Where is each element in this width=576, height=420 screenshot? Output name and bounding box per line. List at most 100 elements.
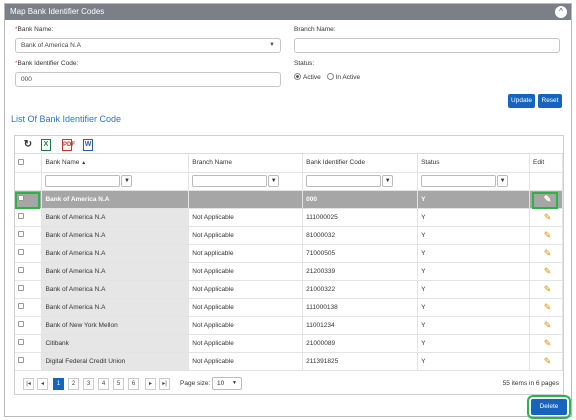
status-active-radio[interactable] xyxy=(294,73,301,80)
list-title: List Of Bank Identifier Code xyxy=(11,114,122,124)
row-checkbox[interactable] xyxy=(18,267,24,273)
edit-pencil-icon[interactable]: ✎ xyxy=(544,356,552,366)
code-cell: 71000505 xyxy=(302,244,419,263)
edit-pencil-icon[interactable]: ✎ xyxy=(544,230,552,240)
edit-pencil-icon[interactable]: ✎ xyxy=(544,320,552,330)
column-header-status[interactable]: Status xyxy=(417,154,531,173)
bank-name-cell: Bank of America N.A xyxy=(41,244,190,263)
edit-cell: ✎ xyxy=(529,262,563,281)
page-size-select[interactable]: 10 ▼ xyxy=(212,377,242,390)
row-select-cell xyxy=(15,316,43,335)
filter-icon[interactable]: ▼ xyxy=(497,175,509,187)
branch-name-cell: Not Applicable xyxy=(188,316,304,335)
status-filter-input[interactable] xyxy=(421,175,497,187)
prev-page-icon[interactable]: ◂ xyxy=(37,378,48,390)
edit-cell: ✎ xyxy=(529,208,563,227)
table-row[interactable]: Bank of America N.A 000 Y ✎ xyxy=(15,190,563,209)
status-cell: Y xyxy=(417,190,531,209)
pdf-export-icon[interactable]: PDF xyxy=(62,139,75,151)
edit-cell: ✎ xyxy=(529,244,563,263)
table-row[interactable]: Bank of America N.A Not Applicable 1110000… xyxy=(15,208,563,227)
row-checkbox[interactable] xyxy=(18,213,24,219)
edit-cell: ✎ xyxy=(529,298,563,317)
word-export-icon[interactable]: W xyxy=(83,139,93,151)
refresh-icon[interactable]: ↻ xyxy=(23,139,33,151)
row-checkbox[interactable] xyxy=(18,249,24,255)
row-checkbox[interactable] xyxy=(18,357,24,363)
branch-name-cell xyxy=(188,190,304,209)
filter-icon[interactable]: ▼ xyxy=(382,175,394,187)
column-header-branch-name[interactable]: Branch Name xyxy=(188,154,304,173)
reset-button[interactable]: Reset xyxy=(538,94,562,108)
code-cell: 81000032 xyxy=(302,226,419,245)
row-checkbox[interactable] xyxy=(18,285,24,291)
page-number-button[interactable]: 4 xyxy=(98,378,109,390)
page-number-button[interactable]: 6 xyxy=(128,378,139,390)
edit-pencil-icon[interactable]: ✎ xyxy=(544,302,552,312)
page-number-button[interactable]: 5 xyxy=(113,378,124,390)
row-select-cell xyxy=(15,262,43,281)
filter-icon[interactable]: ▼ xyxy=(121,175,133,187)
status-inactive-radio[interactable] xyxy=(326,73,334,80)
selected-checkbox-highlight xyxy=(15,192,40,209)
branch-name-cell: Not Applicable xyxy=(188,226,304,245)
page-number-button[interactable]: 2 xyxy=(68,378,79,390)
collapse-icon[interactable]: ^ xyxy=(555,6,567,18)
next-page-icon[interactable]: ▸ xyxy=(145,378,156,390)
branch-name-field[interactable] xyxy=(294,38,560,53)
row-checkbox[interactable] xyxy=(18,303,24,309)
bank-name-cell: Bank of America N.A xyxy=(41,262,190,281)
edit-pencil-icon[interactable]: ✎ xyxy=(544,266,552,276)
filter-cell-bank: ▼ xyxy=(41,172,190,191)
table-row[interactable]: Bank of America N.A Not Applicable 1110001… xyxy=(15,298,563,317)
status-cell: Y xyxy=(417,352,531,371)
bank-name-cell: Bank of America N.A xyxy=(41,190,190,209)
page-number-button[interactable]: 3 xyxy=(83,378,94,390)
bank-code-table: Bank Name ▲ Branch Name Bank Identifier … xyxy=(15,154,563,371)
filter-icon[interactable]: ▼ xyxy=(268,175,280,187)
edit-cell: ✎ xyxy=(529,316,563,335)
row-checkbox[interactable] xyxy=(18,231,24,237)
table-row[interactable]: Bank of New York Mellon Not Applicable 110… xyxy=(15,316,563,335)
page-size-label: Page size: xyxy=(180,380,211,387)
row-checkbox[interactable] xyxy=(18,321,24,327)
chevron-down-icon: ▼ xyxy=(269,42,275,48)
code-filter-input[interactable] xyxy=(306,175,382,187)
table-row[interactable]: Bank of America N.A Not Applicable 2100032… xyxy=(15,280,563,299)
edit-pencil-icon[interactable]: ✎ xyxy=(544,338,552,348)
table-row[interactable]: Digital Federal Credit Union Not Applicab… xyxy=(15,352,563,371)
branch-name-label: Branch Name: xyxy=(294,26,336,33)
bank-name-select[interactable]: Bank of America N.A ▼ xyxy=(15,38,281,53)
filter-cell-edit xyxy=(529,172,563,191)
table-row[interactable]: Bank of America N.A Not Applicable 8100003… xyxy=(15,226,563,245)
status-active-label: Active xyxy=(303,74,321,81)
select-all-checkbox[interactable] xyxy=(18,158,24,165)
branch-name-cell: Not Applicable xyxy=(188,334,304,353)
last-page-icon[interactable]: ▸| xyxy=(159,378,170,390)
branch-name-cell: Not Applicable xyxy=(188,208,304,227)
table-row[interactable]: Bank of America N.A Not Applicable 2120033… xyxy=(15,262,563,281)
table-row[interactable]: Bank of America N.A Not applicable 7100050… xyxy=(15,244,563,263)
status-cell: Y xyxy=(417,298,531,317)
bank-code-grid: ↻ X PDF W Bank Name ▲ Branch Name Bank I… xyxy=(14,135,564,395)
edit-pencil-icon[interactable]: ✎ xyxy=(544,248,552,258)
bank-name-cell: Digital Federal Credit Union xyxy=(41,352,190,371)
edit-pencil-icon[interactable]: ✎ xyxy=(544,284,552,294)
branch-name-cell: Not Applicable xyxy=(188,352,304,371)
edit-pencil-icon[interactable]: ✎ xyxy=(544,212,552,222)
excel-export-icon[interactable]: X xyxy=(41,139,51,151)
branch-name-cell: Not applicable xyxy=(188,244,304,263)
table-row[interactable]: Citibank Not Applicable 21000089 Y ✎ xyxy=(15,334,563,353)
row-checkbox[interactable] xyxy=(18,339,24,345)
column-header-edit: Edit xyxy=(529,154,563,173)
column-header-bank-name[interactable]: Bank Name ▲ xyxy=(41,154,190,173)
page-number-button[interactable]: 1 xyxy=(53,378,64,390)
update-button[interactable]: Update xyxy=(508,94,535,108)
column-header-code[interactable]: Bank Identifier Code xyxy=(302,154,419,173)
bank-name-cell: Bank of America N.A xyxy=(41,280,190,299)
bank-filter-input[interactable] xyxy=(45,175,121,187)
delete-button[interactable]: Delete xyxy=(527,395,571,419)
code-field[interactable]: 000 xyxy=(15,72,281,87)
branch-filter-input[interactable] xyxy=(192,175,268,187)
first-page-icon[interactable]: |◂ xyxy=(23,378,34,390)
